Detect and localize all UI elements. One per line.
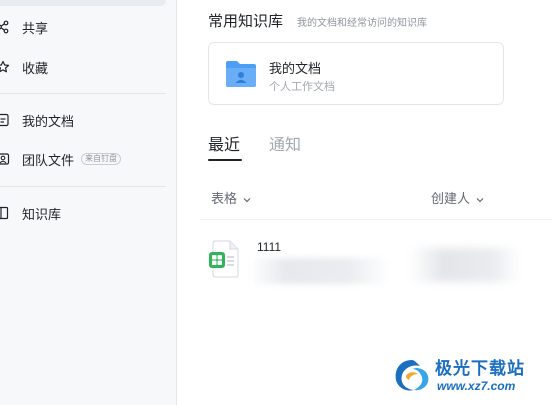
sidebar-item-favorites[interactable]: 收藏 [0,53,177,81]
creator-filter[interactable]: 创建人 [431,188,485,207]
main-content: 常用知识库 我的文档和经常访问的知识库 我的文档 个人工作文档 最近 通知 表格 [178,0,552,405]
active-tab-indicator [208,159,242,161]
section-subtitle: 我的文档和经常访问的知识库 [297,18,427,29]
sidebar-item-knowledge-base[interactable]: 知识库 [0,199,177,227]
sidebar-item-label: 我的文档 [22,113,75,129]
sidebar-divider [0,186,166,187]
file-name: 1111 [257,240,282,254]
knowledge-base-description: 个人工作文档 [269,81,335,93]
watermark-url: www.xz7.com [437,379,516,393]
book-icon [0,206,10,220]
list-divider [200,219,552,220]
file-type-filter[interactable]: 表格 [211,188,252,207]
sidebar-item-label: 知识库 [22,206,62,222]
folder-icon [225,59,257,89]
chevron-down-icon [242,193,252,203]
sidebar-divider [0,93,166,94]
sidebar-item-label: 团队文件 [22,152,75,168]
sidebar-item-my-documents[interactable]: 我的文档 [0,106,177,134]
sidebar: 共享 收藏 我的文档 团队文件 来自钉盘 知识库 [0,0,177,405]
file-row[interactable]: 1111 [200,228,552,284]
knowledge-base-card[interactable]: 我的文档 个人工作文档 [208,42,504,105]
redacted-creator [410,248,520,282]
sidebar-item-label: 共享 [22,20,49,36]
file-type-filter-label: 表格 [211,191,238,206]
tab-notifications[interactable]: 通知 [269,131,301,155]
team-icon [0,152,10,166]
sidebar-item-share[interactable]: 共享 [0,13,177,41]
chevron-down-icon [475,193,485,203]
sidebar-item-team-files[interactable]: 团队文件 来自钉盘 [0,145,177,173]
watermark: 极光下载站 www.xz7.com [392,352,548,402]
sidebar-item-label: 收藏 [22,60,49,76]
knowledge-base-title: 我的文档 [269,61,322,76]
aurora-logo-icon [392,356,432,394]
section-title: 常用知识库 [208,13,284,30]
sidebar-selected-item[interactable] [0,0,166,6]
star-icon [0,60,10,74]
watermark-name: 极光下载站 [435,359,525,378]
share-icon [0,20,10,34]
source-badge: 来自钉盘 [81,153,121,165]
creator-filter-label: 创建人 [431,191,471,206]
document-icon [0,113,10,127]
tab-recent[interactable]: 最近 [208,131,240,155]
redacted-file-info [250,258,390,284]
spreadsheet-icon [209,240,241,278]
app-window: 共享 收藏 我的文档 团队文件 来自钉盘 知识库 常用知识库 我的文档和经常访问… [0,0,552,405]
